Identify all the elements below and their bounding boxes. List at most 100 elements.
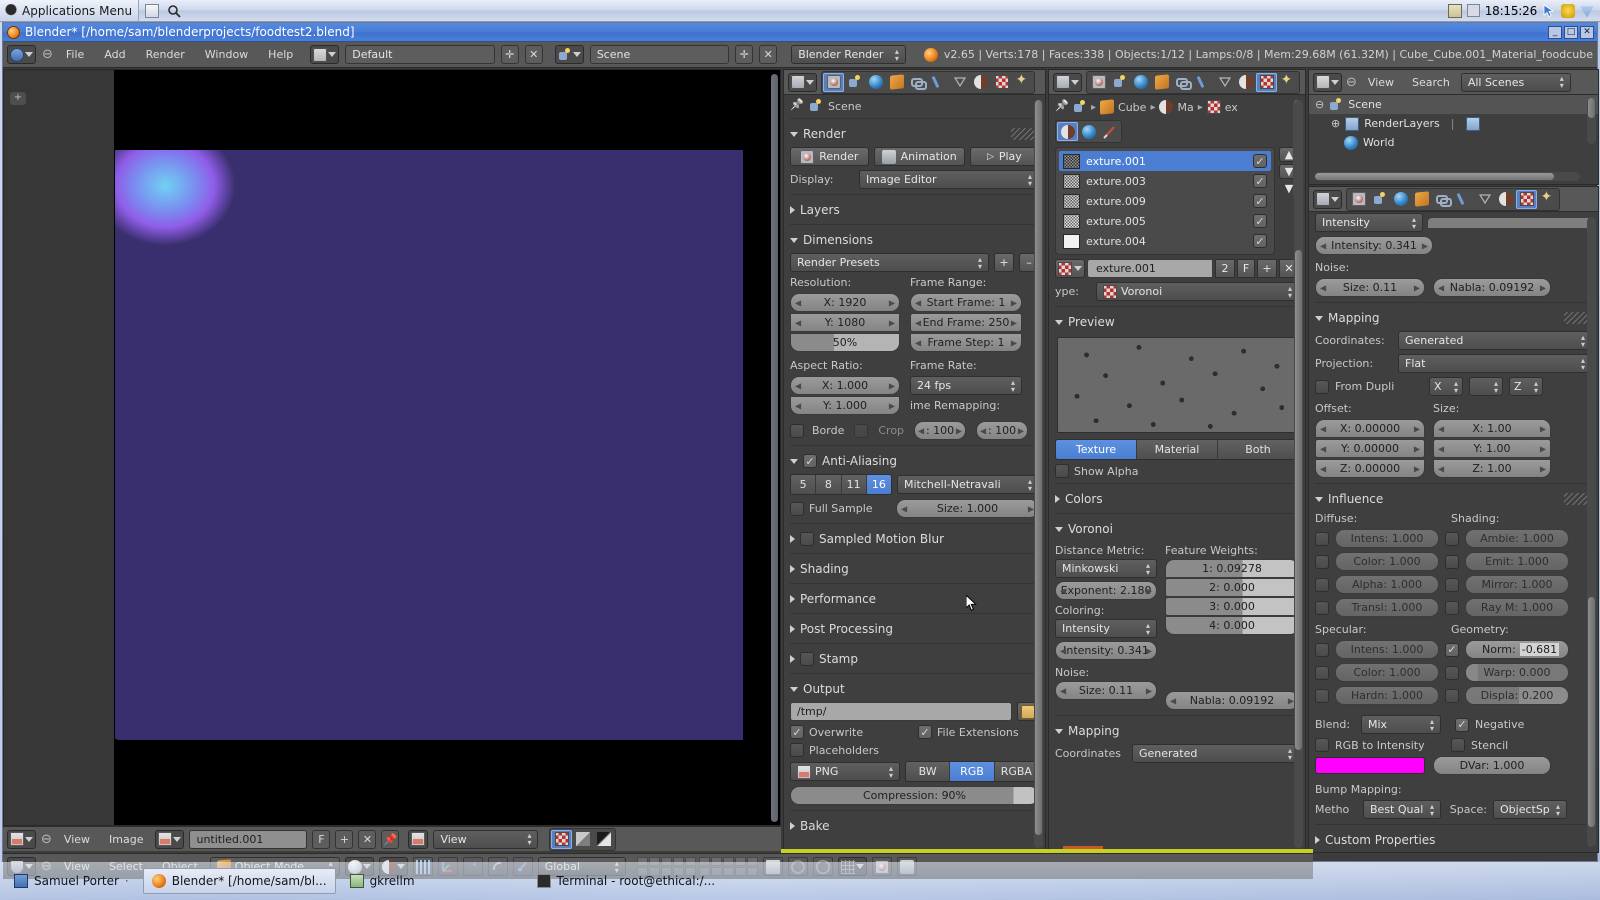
shading-ambient-checkbox[interactable]	[1445, 531, 1459, 546]
properties-context-tabs-render[interactable]	[821, 70, 1035, 94]
shading-mirror-checkbox[interactable]	[1445, 577, 1459, 592]
shading-emit-field[interactable]: Emit: 1.000	[1465, 552, 1569, 571]
nabla-field[interactable]: ◀ Nabla: 0.09192 ▶	[1165, 691, 1299, 710]
preview-tab-both[interactable]: Both	[1218, 440, 1298, 459]
panel-stamp-header[interactable]: Stamp	[784, 647, 1045, 670]
texture-enabled-checkbox[interactable]: ✓	[1253, 174, 1267, 188]
texture-users-count[interactable]: 2	[1215, 259, 1235, 278]
render-props-scrollbar[interactable]	[1034, 100, 1043, 848]
panel-post-processing-header[interactable]: Post Processing	[784, 617, 1045, 640]
remap-old-field[interactable]: ◀: 100 ▶	[914, 421, 967, 440]
texture-slot-list[interactable]: exture.001 ✓ exture.003 ✓ exture.009 ✓ e…	[1055, 100, 1302, 255]
image-view-mode-dropdown[interactable]: View ▴ ▾	[433, 829, 539, 849]
image-view-menu[interactable]: View	[57, 830, 97, 849]
coordinates-dropdown-mid[interactable]: Generated ▴ ▾	[1132, 744, 1299, 763]
taskbar-item-gkrellm[interactable]: gkrellm	[342, 868, 423, 894]
dvar-field[interactable]: DVar: 1.000	[1433, 756, 1551, 775]
close-button[interactable]: ✕	[1580, 25, 1594, 39]
aspect-x-field[interactable]: ◀ X: 1.000 ▶	[790, 376, 900, 395]
tab-data[interactable]	[949, 73, 970, 92]
resolution-x-field[interactable]: ◀ X: 1920 ▶	[790, 293, 900, 312]
start-frame-field[interactable]: ◀ Start Frame: 1 ▶	[910, 293, 1022, 312]
cursor-tray-icon[interactable]	[1542, 3, 1556, 18]
aa-size-field[interactable]: ◀ Size: 1.000 ▶	[896, 499, 1039, 518]
texture-context-brush-icon[interactable]	[1099, 122, 1120, 141]
tab-render[interactable]	[823, 72, 844, 92]
breadcrumb-object[interactable]: Cube	[1118, 101, 1146, 114]
tab-render-layers[interactable]	[844, 73, 865, 92]
tab-particles[interactable]	[1012, 72, 1033, 92]
panel-voronoi-header[interactable]: Voronoi	[1049, 517, 1305, 540]
editor-type-selector-properties-influence[interactable]	[1313, 189, 1342, 209]
tab-render-layers[interactable]	[1369, 190, 1390, 209]
texture-context-world-icon[interactable]	[1078, 122, 1099, 141]
tab-texture[interactable]	[991, 73, 1012, 92]
weight-1-slider[interactable]: 1: 0.09278	[1165, 559, 1299, 578]
tab-texture[interactable]	[1256, 72, 1277, 92]
file-extensions-checkbox[interactable]: ✓	[918, 725, 932, 739]
outliner-vertical-scrollbar[interactable]	[1587, 98, 1596, 144]
menu-help[interactable]: Help	[261, 45, 300, 64]
geometry-warp-field[interactable]: Warp: 0.000	[1465, 663, 1569, 682]
frame-step-field[interactable]: ◀ Frame Step: 1 ▶	[910, 333, 1022, 352]
compression-slider[interactable]: Compression: 90%	[790, 786, 1039, 805]
nabla-field-right[interactable]: ◀ Nabla: 0.09192 ▶	[1433, 278, 1551, 297]
placeholders-checkbox[interactable]	[790, 743, 804, 757]
tab-render[interactable]	[1348, 190, 1369, 209]
editor-type-selector-image[interactable]	[7, 829, 36, 849]
diffuse-color-checkbox[interactable]	[1315, 554, 1329, 569]
editor-type-selector-outliner[interactable]	[1313, 72, 1342, 92]
image-image-menu[interactable]: Image	[102, 830, 150, 849]
diffuse-alpha-checkbox[interactable]	[1315, 577, 1329, 592]
blend-dropdown[interactable]: Mix ▴ ▾	[1361, 715, 1441, 734]
outliner-row-world[interactable]: World	[1309, 133, 1598, 152]
aa-samples-5[interactable]: 5	[791, 475, 817, 494]
display-dropdown[interactable]: Image Editor ▴ ▾	[859, 170, 1039, 189]
channels-rgba[interactable]: RGBA	[994, 762, 1038, 781]
specular-intensity-checkbox[interactable]	[1315, 642, 1329, 657]
rgb-to-intensity-checkbox[interactable]	[1315, 738, 1329, 752]
view-mode-icon[interactable]	[408, 829, 429, 849]
image-unlink-button[interactable]: ✕	[358, 829, 377, 849]
tab-constraints[interactable]	[1172, 73, 1193, 92]
panel-dimensions-header[interactable]: Dimensions	[784, 228, 1045, 251]
tab-render-layers[interactable]	[1109, 73, 1130, 92]
offset-y-field[interactable]: ◀ Y: 0.00000 ▶	[1315, 439, 1425, 458]
shading-raymirror-checkbox[interactable]	[1445, 600, 1459, 615]
rendered-image[interactable]	[115, 150, 743, 740]
search-icon[interactable]	[167, 4, 181, 18]
breadcrumb-texture[interactable]: ex	[1225, 101, 1238, 114]
output-channels-group[interactable]: BW RGB RGBA	[905, 761, 1039, 782]
panel-antialiasing-header[interactable]: ✓ Anti-Aliasing	[784, 449, 1045, 472]
tab-render[interactable]	[1088, 73, 1109, 92]
channels-rgb[interactable]: RGB	[950, 762, 995, 781]
texture-props-scrollbar[interactable]	[1294, 100, 1303, 848]
diffuse-alpha-field[interactable]: Alpha: 1.000	[1335, 575, 1439, 594]
texture-slot-row[interactable]: exture.003 ✓	[1059, 171, 1271, 191]
expander-icon[interactable]: ⊖	[1315, 98, 1324, 111]
menu-window[interactable]: Window	[198, 45, 255, 64]
image-datablock-name[interactable]: untitled.001	[189, 829, 308, 849]
expander-icon[interactable]: ⊕	[1331, 117, 1340, 130]
new-scene-button[interactable]: ✛	[735, 45, 754, 64]
panel-layers-header[interactable]: Layers	[784, 198, 1045, 221]
editor-type-selector-properties-render[interactable]	[788, 72, 817, 92]
tab-material[interactable]	[1495, 190, 1516, 209]
taskbar-item-samuel-porter[interactable]: Samuel Porter ·	[6, 868, 137, 894]
tab-object[interactable]	[886, 73, 907, 92]
screen-layout-field[interactable]: Default	[345, 45, 495, 64]
new-layout-button[interactable]: ✛	[500, 45, 519, 64]
tab-constraints[interactable]	[907, 73, 928, 92]
tab-particles[interactable]	[1537, 189, 1558, 209]
aa-samples-group[interactable]: 5 8 11 16	[790, 474, 892, 495]
specular-hardness-checkbox[interactable]	[1315, 688, 1329, 703]
shading-mirror-field[interactable]: Mirror: 1.000	[1465, 575, 1569, 594]
renderlayers-data-icon[interactable]	[1465, 116, 1480, 131]
properties-context-tabs-influence[interactable]	[1346, 187, 1560, 211]
breadcrumb-material[interactable]: Ma	[1177, 101, 1193, 114]
collapse-menus-icon[interactable]: ⊖	[41, 832, 52, 847]
tab-material[interactable]	[970, 73, 991, 92]
channel-alpha-icon[interactable]	[572, 830, 593, 849]
axis-z-dropdown[interactable]: Z ▴ ▾	[1509, 377, 1543, 396]
file-manager-icon[interactable]	[145, 3, 160, 18]
